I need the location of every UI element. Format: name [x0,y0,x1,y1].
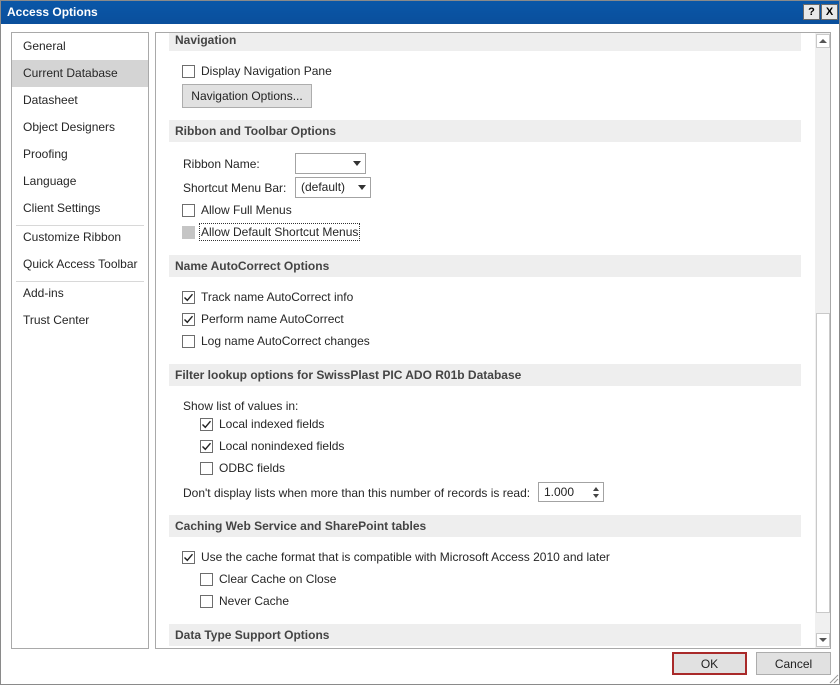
track-autocorrect-label: Track name AutoCorrect info [201,290,354,304]
display-navigation-pane-label: Display Navigation Pane [201,64,332,78]
local-indexed-fields-label: Local indexed fields [219,417,325,431]
shortcut-menu-bar-value: (default) [301,180,346,194]
ribbon-name-combo[interactable] [295,153,366,174]
close-icon: X [825,6,834,18]
records-threshold-label: Don't display lists when more than this … [183,486,531,500]
records-threshold-value: 1.000 [544,485,575,499]
never-cache-label: Never Cache [219,594,290,608]
chevron-up-icon [819,39,827,43]
chevron-down-icon [819,638,827,642]
section-header-caching: Caching Web Service and SharePoint table… [169,515,801,537]
help-button[interactable]: ? [803,4,820,20]
nav-item-customize-ribbon[interactable]: Customize Ribbon [12,224,148,251]
checkmark-icon [184,553,194,562]
window-title: Access Options [7,5,98,19]
perform-autocorrect-label: Perform name AutoCorrect [201,312,344,326]
local-nonindexed-fields-label: Local nonindexed fields [219,439,345,453]
perform-autocorrect-checkbox[interactable] [182,313,195,326]
ok-button[interactable]: OK [672,652,747,675]
help-icon: ? [808,6,815,18]
content-scrollbar[interactable] [815,33,830,648]
resize-grip-icon[interactable] [827,672,839,684]
cancel-button[interactable]: Cancel [756,652,831,675]
ribbon-name-label: Ribbon Name: [183,157,260,171]
track-autocorrect-checkbox[interactable] [182,291,195,304]
shortcut-menu-bar-combo[interactable]: (default) [295,177,371,198]
log-autocorrect-label: Log name AutoCorrect changes [201,334,370,348]
shortcut-menu-bar-label: Shortcut Menu Bar: [183,181,287,195]
odbc-fields-label: ODBC fields [219,461,286,475]
spin-up-icon[interactable] [593,487,599,491]
scroll-down-button[interactable] [816,633,830,647]
nav-item-general[interactable]: General [12,33,148,60]
options-content-pane: Navigation Display Navigation Pane Navig… [155,32,831,649]
section-header-name-autocorrect: Name AutoCorrect Options [169,255,801,277]
allow-full-menus-checkbox[interactable] [182,204,195,217]
nav-item-trust-center[interactable]: Trust Center [12,307,148,334]
nav-item-add-ins[interactable]: Add-ins [12,280,148,307]
never-cache-checkbox[interactable] [200,595,213,608]
clear-cache-on-close-label: Clear Cache on Close [219,572,337,586]
show-list-label: Show list of values in: [183,399,299,413]
nav-item-quick-access-toolbar[interactable]: Quick Access Toolbar [12,251,148,278]
close-button[interactable]: X [821,4,838,20]
chevron-down-icon [358,185,366,190]
spin-down-icon[interactable] [593,494,599,498]
title-bar: Access Options ? X [1,1,839,24]
allow-full-menus-label: Allow Full Menus [201,203,292,217]
use-cache-format-label: Use the cache format that is compatible … [201,550,610,564]
nav-item-client-settings[interactable]: Client Settings [12,195,148,222]
section-header-navigation: Navigation [169,33,801,51]
navigation-options-button[interactable]: Navigation Options... [182,84,312,108]
chevron-down-icon [353,161,361,166]
checkmark-icon [184,293,194,302]
checkmark-icon [202,442,212,451]
checkmark-icon [184,315,194,324]
nav-item-current-database[interactable]: Current Database [12,60,148,87]
section-header-filter-lookup: Filter lookup options for SwissPlast PIC… [169,364,801,386]
clear-cache-on-close-checkbox[interactable] [200,573,213,586]
local-indexed-fields-checkbox[interactable] [200,418,213,431]
section-header-ribbon: Ribbon and Toolbar Options [169,120,801,142]
nav-item-proofing[interactable]: Proofing [12,141,148,168]
records-threshold-spinner[interactable]: 1.000 [538,482,604,502]
allow-default-shortcut-menus-checkbox[interactable] [182,226,195,239]
scroll-thumb[interactable] [816,313,830,613]
odbc-fields-checkbox[interactable] [200,462,213,475]
access-options-dialog: Access Options ? X General Current Datab… [0,0,840,685]
nav-item-language[interactable]: Language [12,168,148,195]
use-cache-format-checkbox[interactable] [182,551,195,564]
nav-item-datasheet[interactable]: Datasheet [12,87,148,114]
nav-item-object-designers[interactable]: Object Designers [12,114,148,141]
checkmark-icon [202,420,212,429]
section-header-data-type: Data Type Support Options [169,624,801,646]
scroll-up-button[interactable] [816,34,830,48]
allow-default-shortcut-menus-label: Allow Default Shortcut Menus [198,223,361,241]
log-autocorrect-checkbox[interactable] [182,335,195,348]
options-category-list: General Current Database Datasheet Objec… [11,32,149,649]
local-nonindexed-fields-checkbox[interactable] [200,440,213,453]
display-navigation-pane-checkbox[interactable] [182,65,195,78]
